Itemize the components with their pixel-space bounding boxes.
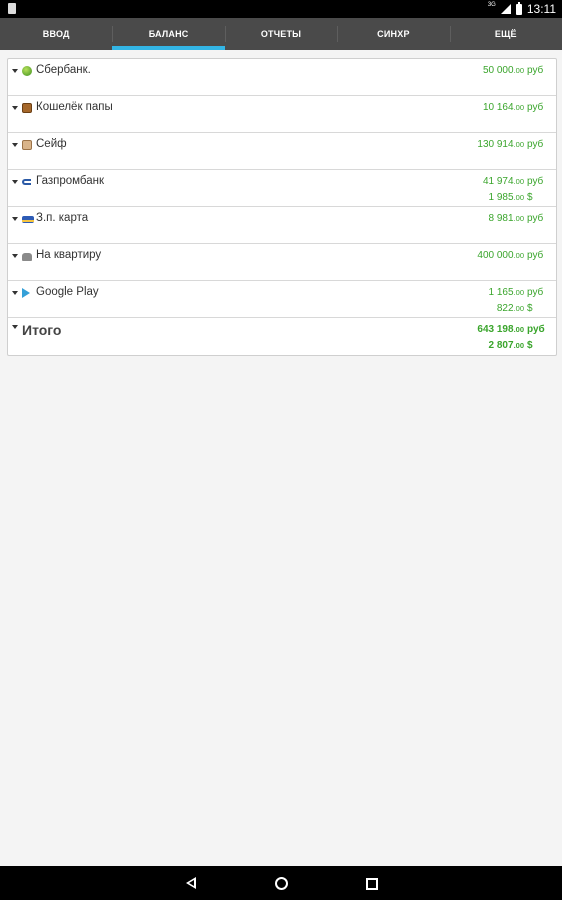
- recent-apps-button[interactable]: [341, 866, 401, 900]
- account-balance-usd: 822.00 $: [496, 303, 533, 314]
- back-icon: [186, 877, 196, 889]
- account-name: Google Play: [36, 286, 99, 298]
- expand-caret-icon[interactable]: [12, 217, 18, 221]
- sberbank-green-icon: [22, 66, 32, 76]
- tab-more[interactable]: ЕЩЁ: [449, 18, 562, 50]
- house-icon: [22, 253, 32, 261]
- account-balance: 130 914.00 руб: [477, 139, 544, 150]
- tab-input[interactable]: ВВОД: [0, 18, 112, 50]
- safe-icon: [22, 140, 32, 150]
- account-name: Сейф: [36, 138, 67, 150]
- signal-icon: [500, 4, 511, 14]
- status-bar: 3G 13:11: [0, 0, 562, 18]
- account-name: З.п. карта: [36, 212, 89, 224]
- expand-caret-icon[interactable]: [12, 291, 18, 295]
- account-balance-rub: 1 165.00 руб: [488, 287, 544, 298]
- visa-card-icon: [22, 216, 34, 223]
- expand-caret-icon[interactable]: [12, 143, 18, 147]
- total-label: Итого: [22, 322, 62, 338]
- account-balance-rub: 41 974.00 руб: [482, 176, 544, 187]
- account-balance: 10 164.00 руб: [482, 102, 544, 113]
- expand-caret-icon[interactable]: [12, 180, 18, 184]
- expand-caret-icon[interactable]: [12, 254, 18, 258]
- account-name: Газпромбанк: [36, 175, 105, 187]
- recent-apps-icon: [366, 878, 378, 890]
- account-row-sberbank[interactable]: Сбербанк. 50 000.00 руб: [8, 59, 556, 96]
- home-button[interactable]: [251, 866, 311, 900]
- sd-card-icon: [8, 3, 16, 14]
- account-balance: 8 981.00 руб: [488, 213, 544, 224]
- tab-sync[interactable]: СИНХР: [337, 18, 449, 50]
- total-balance-rub: 643 198.00 руб: [477, 324, 545, 335]
- navigation-bar: [0, 866, 562, 900]
- account-row-apartment[interactable]: На квартиру 400 000.00 руб: [8, 244, 556, 281]
- status-icons: 3G 13:11: [488, 0, 556, 18]
- account-row-salary-card[interactable]: З.п. карта 8 981.00 руб: [8, 207, 556, 244]
- back-button[interactable]: [162, 866, 222, 900]
- account-balance: 400 000.00 руб: [477, 250, 544, 261]
- account-name: Кошелёк папы: [36, 101, 113, 113]
- total-row[interactable]: Итого 643 198.00 руб 2 807.00 $: [8, 318, 556, 355]
- account-name: На квартиру: [36, 249, 102, 261]
- tab-reports[interactable]: ОТЧЕТЫ: [224, 18, 337, 50]
- wallet-icon: [22, 103, 32, 113]
- account-row-gazprombank[interactable]: Газпромбанк 41 974.00 руб 1 985.00 $: [8, 170, 556, 207]
- expand-caret-icon[interactable]: [12, 106, 18, 110]
- account-row-safe[interactable]: Сейф 130 914.00 руб: [8, 133, 556, 170]
- gazprombank-icon: [22, 177, 32, 187]
- account-balance: 50 000.00 руб: [482, 65, 544, 76]
- balance-screen: Сбербанк. 50 000.00 руб Кошелёк папы 10 1…: [0, 50, 562, 866]
- google-play-icon: [22, 288, 30, 298]
- battery-icon: [515, 1, 522, 15]
- network-type: 3G: [487, 2, 496, 8]
- account-row-google-play[interactable]: Google Play 1 165.00 руб 822.00 $: [8, 281, 556, 318]
- tab-balance[interactable]: БАЛАНС: [112, 18, 226, 50]
- account-row-wallet[interactable]: Кошелёк папы 10 164.00 руб: [8, 96, 556, 133]
- expand-caret-icon[interactable]: [12, 69, 18, 73]
- total-balance-usd: 2 807.00 $: [488, 340, 533, 351]
- accounts-list: Сбербанк. 50 000.00 руб Кошелёк папы 10 1…: [7, 58, 557, 356]
- account-name: Сбербанк.: [36, 64, 91, 76]
- expand-caret-icon[interactable]: [12, 325, 18, 329]
- account-balance-usd: 1 985.00 $: [488, 192, 533, 203]
- home-icon: [275, 877, 288, 890]
- clock: 13:11: [526, 2, 556, 16]
- tab-bar: ВВОД БАЛАНС ОТЧЕТЫ СИНХР ЕЩЁ: [0, 18, 562, 50]
